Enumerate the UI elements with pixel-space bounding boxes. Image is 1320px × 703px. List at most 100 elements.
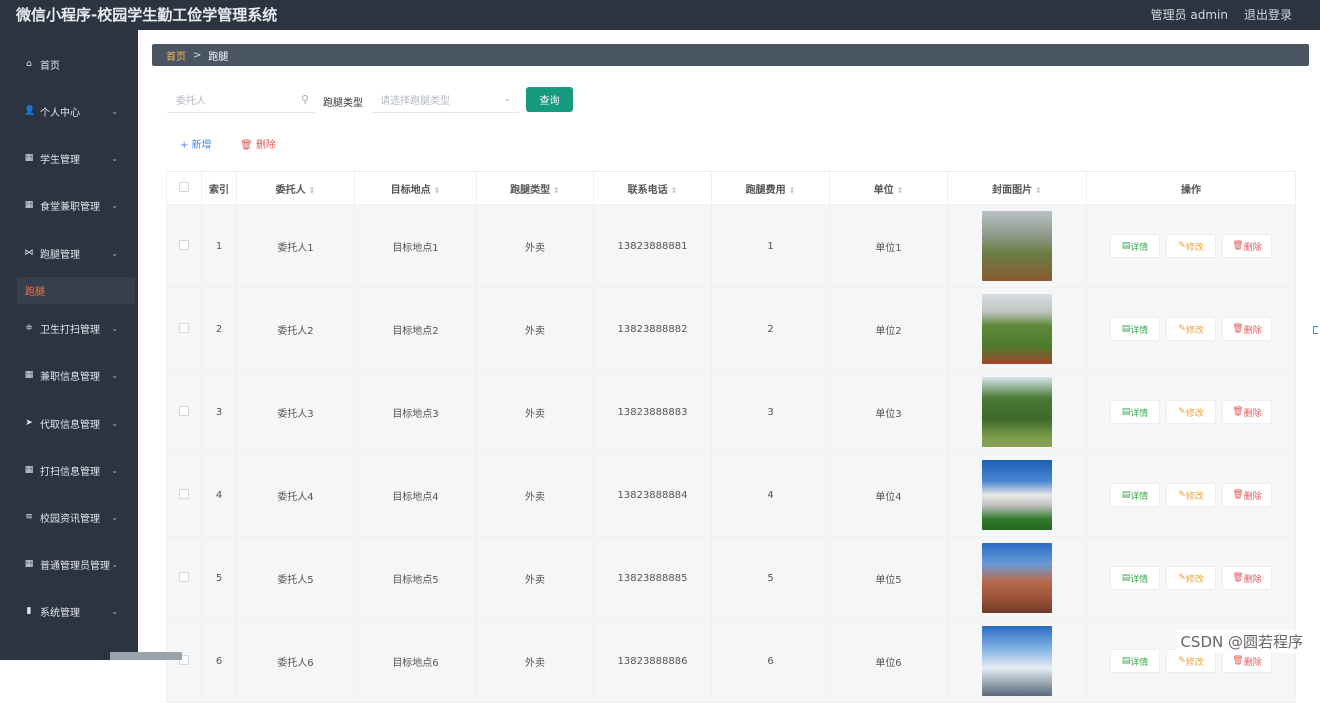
delete-button-label: 删除 <box>1243 657 1262 668</box>
column-header-label: 委托人 <box>275 184 306 196</box>
grid-icon: ▦ <box>24 465 34 475</box>
detail-button-label: 详情 <box>1130 325 1149 336</box>
top-bar: 微信小程序-校园学生勤工俭学管理系统 管理员 admin 退出登录 <box>0 0 1320 30</box>
sort-icon[interactable]: ⇕ <box>897 186 904 195</box>
sidebar-item-label: 首页 <box>40 60 60 72</box>
edit-button[interactable]: ✎ 修改 <box>1166 566 1216 590</box>
column-header: 单位 ⇕ <box>829 171 948 205</box>
table-row: 1 委托人1 目标地点1 外卖 13823888881 1 单位1 ▤ 详情 ✎ 修改 🗑 删除 <box>166 204 1296 288</box>
select-all-checkbox[interactable] <box>179 181 189 192</box>
row-checkbox[interactable] <box>179 239 189 250</box>
delete-button[interactable]: 🗑 删除 <box>1222 566 1272 590</box>
column-header: 跑腿类型 ⇕ <box>476 171 594 205</box>
chevron-down-icon: ⌄ <box>111 465 118 475</box>
detail-button[interactable]: ▤ 详情 <box>1110 400 1160 424</box>
watermark: CSDN @圆若程序 <box>1177 630 1306 653</box>
type-cell: 外卖 <box>476 536 594 620</box>
row-checkbox[interactable] <box>179 405 189 416</box>
chevron-down-icon: ⌄ <box>111 370 118 380</box>
chevron-down-icon: ⌄ <box>111 418 118 428</box>
row-checkbox[interactable] <box>179 571 189 582</box>
sidebar-item-2[interactable]: ▦ 学生管理 ⌄ <box>0 143 138 173</box>
detail-icon: ▤ <box>1121 656 1131 666</box>
logout-link[interactable]: 退出登录 <box>1244 6 1292 23</box>
row-actions: ▤ 详情 ✎ 修改 🗑 删除 <box>1088 317 1295 341</box>
sidebar-subitem-errand[interactable]: 跑腿 <box>17 277 135 304</box>
sort-icon[interactable]: ⇕ <box>1035 186 1042 195</box>
detail-button[interactable]: ▤ 详情 <box>1110 483 1160 507</box>
detail-button[interactable]: ▤ 详情 <box>1110 234 1160 258</box>
detail-icon: ▤ <box>1121 324 1131 334</box>
sidebar-item-1[interactable]: 👤 个人中心 ⌄ <box>0 96 138 126</box>
sort-icon[interactable]: ⇕ <box>434 186 441 195</box>
cover-image[interactable] <box>982 294 1052 364</box>
sidebar-item-3[interactable]: ▦ 食堂兼职管理 ⌄ <box>0 190 138 220</box>
detail-icon: ▤ <box>1121 241 1131 251</box>
detail-button[interactable]: ▤ 详情 <box>1110 317 1160 341</box>
row-checkbox[interactable] <box>179 488 189 499</box>
side-tab-icon[interactable] <box>1313 326 1318 334</box>
errand-type-select[interactable]: 请选择跑腿类型 ⌄ <box>371 87 519 113</box>
errand-table: 索引 委托人 ⇕ 目标地点 ⇕ 跑腿类型 ⇕ 联系电话 ⇕ 跑腿费用 ⇕ 单位 ⇕ 封面图片 ⇕ 操作 1 委托… <box>166 171 1296 703</box>
unit-cell: 单位5 <box>829 536 948 620</box>
sidebar-item-7[interactable]: ➤ 代取信息管理 ⌄ <box>0 408 138 438</box>
sort-icon[interactable]: ⇕ <box>789 186 796 195</box>
sidebar-item-8[interactable]: ▦ 打扫信息管理 ⌄ <box>0 455 138 485</box>
sort-icon[interactable]: ⇕ <box>553 186 560 195</box>
sidebar-item-label: 学生管理 <box>40 154 80 166</box>
cover-image[interactable] <box>982 460 1052 530</box>
operations-cell: ▤ 详情 ✎ 修改 🗑 删除 <box>1086 370 1296 454</box>
delete-button-label: 删除 <box>1243 408 1262 419</box>
delete-button[interactable]: 🗑 删除 <box>1222 483 1272 507</box>
app-title: 微信小程序-校园学生勤工俭学管理系统 <box>16 6 278 24</box>
delete-button[interactable]: 🗑 删除 <box>1222 317 1272 341</box>
sidebar-item-11[interactable]: ▮ 系统管理 ⌄ <box>0 596 138 626</box>
add-button[interactable]: + 新增 <box>180 136 212 151</box>
edit-icon: ✎ <box>1178 324 1186 334</box>
edit-button[interactable]: ✎ 修改 <box>1166 317 1216 341</box>
edit-button[interactable]: ✎ 修改 <box>1166 400 1216 424</box>
sidebar-item-5[interactable]: ≑ 卫生打扫管理 ⌄ <box>0 313 138 343</box>
cover-image[interactable] <box>982 211 1052 281</box>
cover-image[interactable] <box>982 377 1052 447</box>
batch-delete-button[interactable]: 🗑 删除 <box>240 136 276 151</box>
sidebar-item-label: 代取信息管理 <box>40 419 100 431</box>
detail-button[interactable]: ▤ 详情 <box>1110 649 1160 673</box>
sort-icon[interactable]: ⇕ <box>671 186 678 195</box>
delete-button[interactable]: 🗑 删除 <box>1222 234 1272 258</box>
operations-cell: ▤ 详情 ✎ 修改 🗑 删除 <box>1086 287 1296 371</box>
cover-image-cell <box>947 619 1087 703</box>
edit-button[interactable]: ✎ 修改 <box>1166 483 1216 507</box>
sidebar-item-9[interactable]: ≡ 校园资讯管理 ⌄ <box>0 502 138 532</box>
sidebar-item-10[interactable]: ▦ 普通管理员管理 ⌄ <box>0 549 138 579</box>
unit-cell: 单位6 <box>829 619 948 703</box>
delete-button[interactable]: 🗑 删除 <box>1222 400 1272 424</box>
breadcrumb-home[interactable]: 首页 <box>166 48 186 63</box>
cover-image-cell <box>947 287 1087 371</box>
query-button[interactable]: 查询 <box>526 87 573 112</box>
client-search-input[interactable]: 委托人 ⚲ <box>167 87 315 113</box>
table-row: 2 委托人2 目标地点2 外卖 13823888882 2 单位2 ▤ 详情 ✎ 修改 🗑 删除 <box>166 287 1296 371</box>
sidebar-item-0[interactable]: ⌂ 首页 <box>0 49 138 79</box>
taskbar-thumbnail <box>110 652 182 660</box>
index-cell: 1 <box>201 204 237 288</box>
cover-image[interactable] <box>982 626 1052 696</box>
breadcrumb-separator: > <box>193 49 202 61</box>
client-cell: 委托人1 <box>236 204 355 288</box>
sidebar-item-4[interactable]: ⋈ 跑腿管理 ⌄ <box>0 238 138 268</box>
operations-cell: ▤ 详情 ✎ 修改 🗑 删除 <box>1086 453 1296 537</box>
row-checkbox[interactable] <box>179 322 189 333</box>
type-cell: 外卖 <box>476 287 594 371</box>
table-row: 4 委托人4 目标地点4 外卖 13823888884 4 单位4 ▤ 详情 ✎ 修改 🗑 删除 <box>166 453 1296 537</box>
sidebar-item-6[interactable]: ▦ 兼职信息管理 ⌄ <box>0 360 138 390</box>
detail-button[interactable]: ▤ 详情 <box>1110 566 1160 590</box>
home-icon: ⌂ <box>26 59 32 69</box>
detail-button-label: 详情 <box>1130 408 1149 419</box>
index-cell: 6 <box>201 619 237 703</box>
target-cell: 目标地点4 <box>354 453 477 537</box>
edit-button[interactable]: ✎ 修改 <box>1166 234 1216 258</box>
edit-icon: ✎ <box>1178 407 1186 417</box>
sort-icon[interactable]: ⇕ <box>309 186 316 195</box>
column-header-label: 跑腿费用 <box>745 184 786 196</box>
cover-image[interactable] <box>982 543 1052 613</box>
